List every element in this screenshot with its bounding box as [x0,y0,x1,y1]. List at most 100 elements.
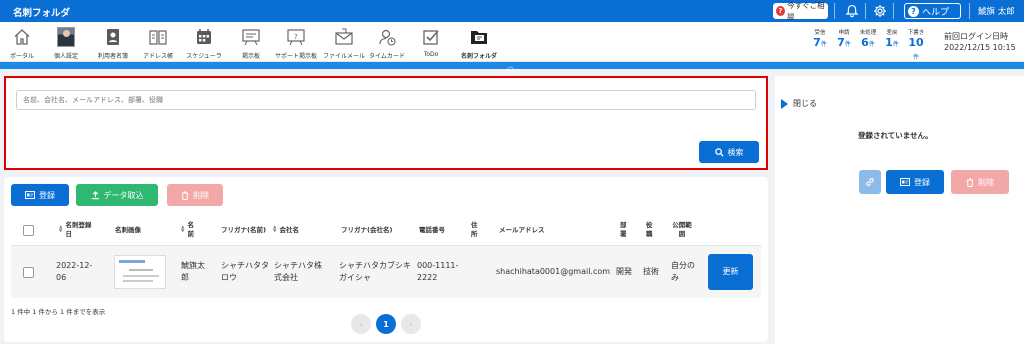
cell-address [471,246,489,298]
search-button[interactable]: 検索 [699,141,759,163]
stat-returned[interactable]: 差戻 1件 [882,28,902,62]
last-login: 前回ログイン日時 2022/12/15 10:15 [944,31,1016,53]
sort-icon: ▲ ▼ [59,225,63,234]
caret-right-icon [781,98,788,109]
nav-item-portal[interactable]: ポータル [4,24,40,60]
nav-item-address-book[interactable]: アドレス帳 [140,24,176,60]
import-data-button[interactable]: データ取込 [76,184,158,206]
nav-item-timecard[interactable]: タイムカード [366,24,408,60]
stat-applied[interactable]: 申請 7件 [834,28,854,62]
col-title: 役職 [646,221,653,238]
stat-received[interactable]: 受信 7件 [810,28,830,62]
link-icon [866,178,874,186]
help-button[interactable]: ? ヘルプ [904,3,961,19]
help-icon: ? [908,5,919,17]
cell-furigana-company: シャチハタカブシキガイシャ [339,261,411,282]
prev-page-button[interactable]: ‹ [351,314,371,334]
col-address: 住所 [471,221,478,238]
sort-icon: ▲ ▼ [181,225,185,234]
stat-unprocessed[interactable]: 未処理 6件 [858,28,878,62]
cell-name: 鯱旗太郎 [181,261,205,282]
col-image: 名刺画像 [115,225,141,234]
next-page-button[interactable]: › [401,314,421,334]
nav-item-user-directory[interactable]: 利用者名簿 [94,24,132,60]
trash-icon [182,191,188,200]
register-button[interactable]: 登録 [11,184,69,206]
nav-item-file-mail[interactable]: ファイルメール [322,24,366,60]
check-icon [423,30,439,45]
select-all-checkbox[interactable] [23,214,34,246]
table-header: ▲ ▼ 名刺登録日 名刺画像 ▲ ▼ 名前 フリガナ(名前) ▲ ▼ 会社名 フリガナ(会社… [11,214,761,246]
upload-icon [91,190,99,199]
collapse-strip[interactable]: ︿ [0,62,1024,70]
stats-summary: 受信 7件 申請 7件 未処理 6件 差戻 1件 下書き 10件 [810,28,926,62]
detail-panel: 閉じる 登録されていません。 登録 削除 [775,76,1024,344]
help-label: ヘルプ [922,7,950,18]
app-title: 名刺フォルダ [13,8,71,19]
sort-icon: ▲ ▼ [273,225,277,234]
pagination: ‹ 1 › [351,314,421,334]
col-furigana-name: フリガナ(名前) [221,225,266,234]
result-count: 1 件中 1 件から 1 件までを表示 [11,308,106,316]
col-phone: 電話番号 [419,225,445,234]
search-panel: 検索 [4,76,768,170]
nav-item-personal-settings[interactable]: 個人設定 [48,24,84,60]
last-login-label: 前回ログイン日時 [944,32,1008,41]
close-panel-button[interactable]: 閉じる [781,98,817,109]
stat-drafts[interactable]: 下書き 10件 [906,28,926,62]
search-icon [714,147,724,157]
support-board-icon: ? [287,29,305,46]
question-icon: ? [776,6,786,16]
address-book-icon [149,30,167,45]
panel-delete-button[interactable]: 削除 [951,170,1009,194]
board-icon [242,29,260,46]
bell-icon[interactable] [845,4,859,18]
col-furigana-company: フリガナ(会社名) [341,225,393,234]
col-company[interactable]: ▲ ▼ 会社名 [273,214,299,246]
card-icon [25,191,35,199]
update-button[interactable]: 更新 [708,254,753,290]
divider [893,3,894,19]
delete-button[interactable]: 削除 [167,184,223,206]
calendar-icon [197,29,211,44]
nav-item-support-board[interactable]: ? サポート掲示板 [273,24,319,60]
cell-scope: 自分のみ [671,261,695,282]
cell-dept: 開発 [616,267,632,276]
gear-icon[interactable] [873,4,887,18]
col-reg-date[interactable]: ▲ ▼ 名刺登録日 [59,214,97,246]
consult-button[interactable]: ? 今すぐご相談 [773,1,828,21]
chevron-left-icon: ‹ [359,319,363,329]
last-login-value: 2022/12/15 10:15 [944,43,1016,52]
cell-company: シャチハタ株式会社 [274,261,322,282]
nav-item-card-folder[interactable]: 名刺フォルダ [458,24,500,60]
nav-item-board[interactable]: 掲示板 [234,24,268,60]
table-row[interactable]: 2022-12-06 鯱旗太郎 シャチハタタロウ シャチハタ株式会社 シャチハタ… [11,246,761,298]
empty-message: 登録されていません。 [858,131,933,140]
avatar [57,27,75,47]
card-list-panel: 登録 データ取込 削除 ▲ ▼ 名刺登録日 名刺画像 ▲ ▼ 名前 フリガナ(名前) ▲… [4,177,768,342]
divider [834,3,835,19]
nav-item-scheduler[interactable]: スケジューラ [184,24,224,60]
consult-label: 今すぐご相談 [787,1,825,21]
divider [969,3,970,19]
id-card-icon [107,29,119,45]
card-thumbnail[interactable] [114,246,166,298]
search-input[interactable] [16,90,756,110]
user-name[interactable]: 鯱旗 太郎 [978,5,1015,17]
main-nav: ポータル 個人設定 利用者名簿 アドレス帳 スケジューラ 掲示板 ? サポート掲… [0,22,1024,62]
card-icon [900,178,910,186]
cell-furigana-name: シャチハタタロウ [221,261,269,282]
cell-reg-date: 2022-12-06 [56,261,93,282]
cell-title: 技術 [643,267,659,276]
col-name[interactable]: ▲ ▼ 名前 [181,214,207,246]
link-button[interactable] [859,170,881,194]
home-icon [14,29,30,45]
nav-item-todo[interactable]: ToDo [416,24,446,60]
panel-register-button[interactable]: 登録 [886,170,944,194]
row-checkbox[interactable] [23,246,34,298]
col-email: メールアドレス [499,225,545,234]
page-button-current[interactable]: 1 [376,314,396,334]
chevron-right-icon: › [409,319,413,329]
col-scope: 公開範囲 [672,221,692,238]
cell-phone: 000-1111-2222 [417,261,459,282]
